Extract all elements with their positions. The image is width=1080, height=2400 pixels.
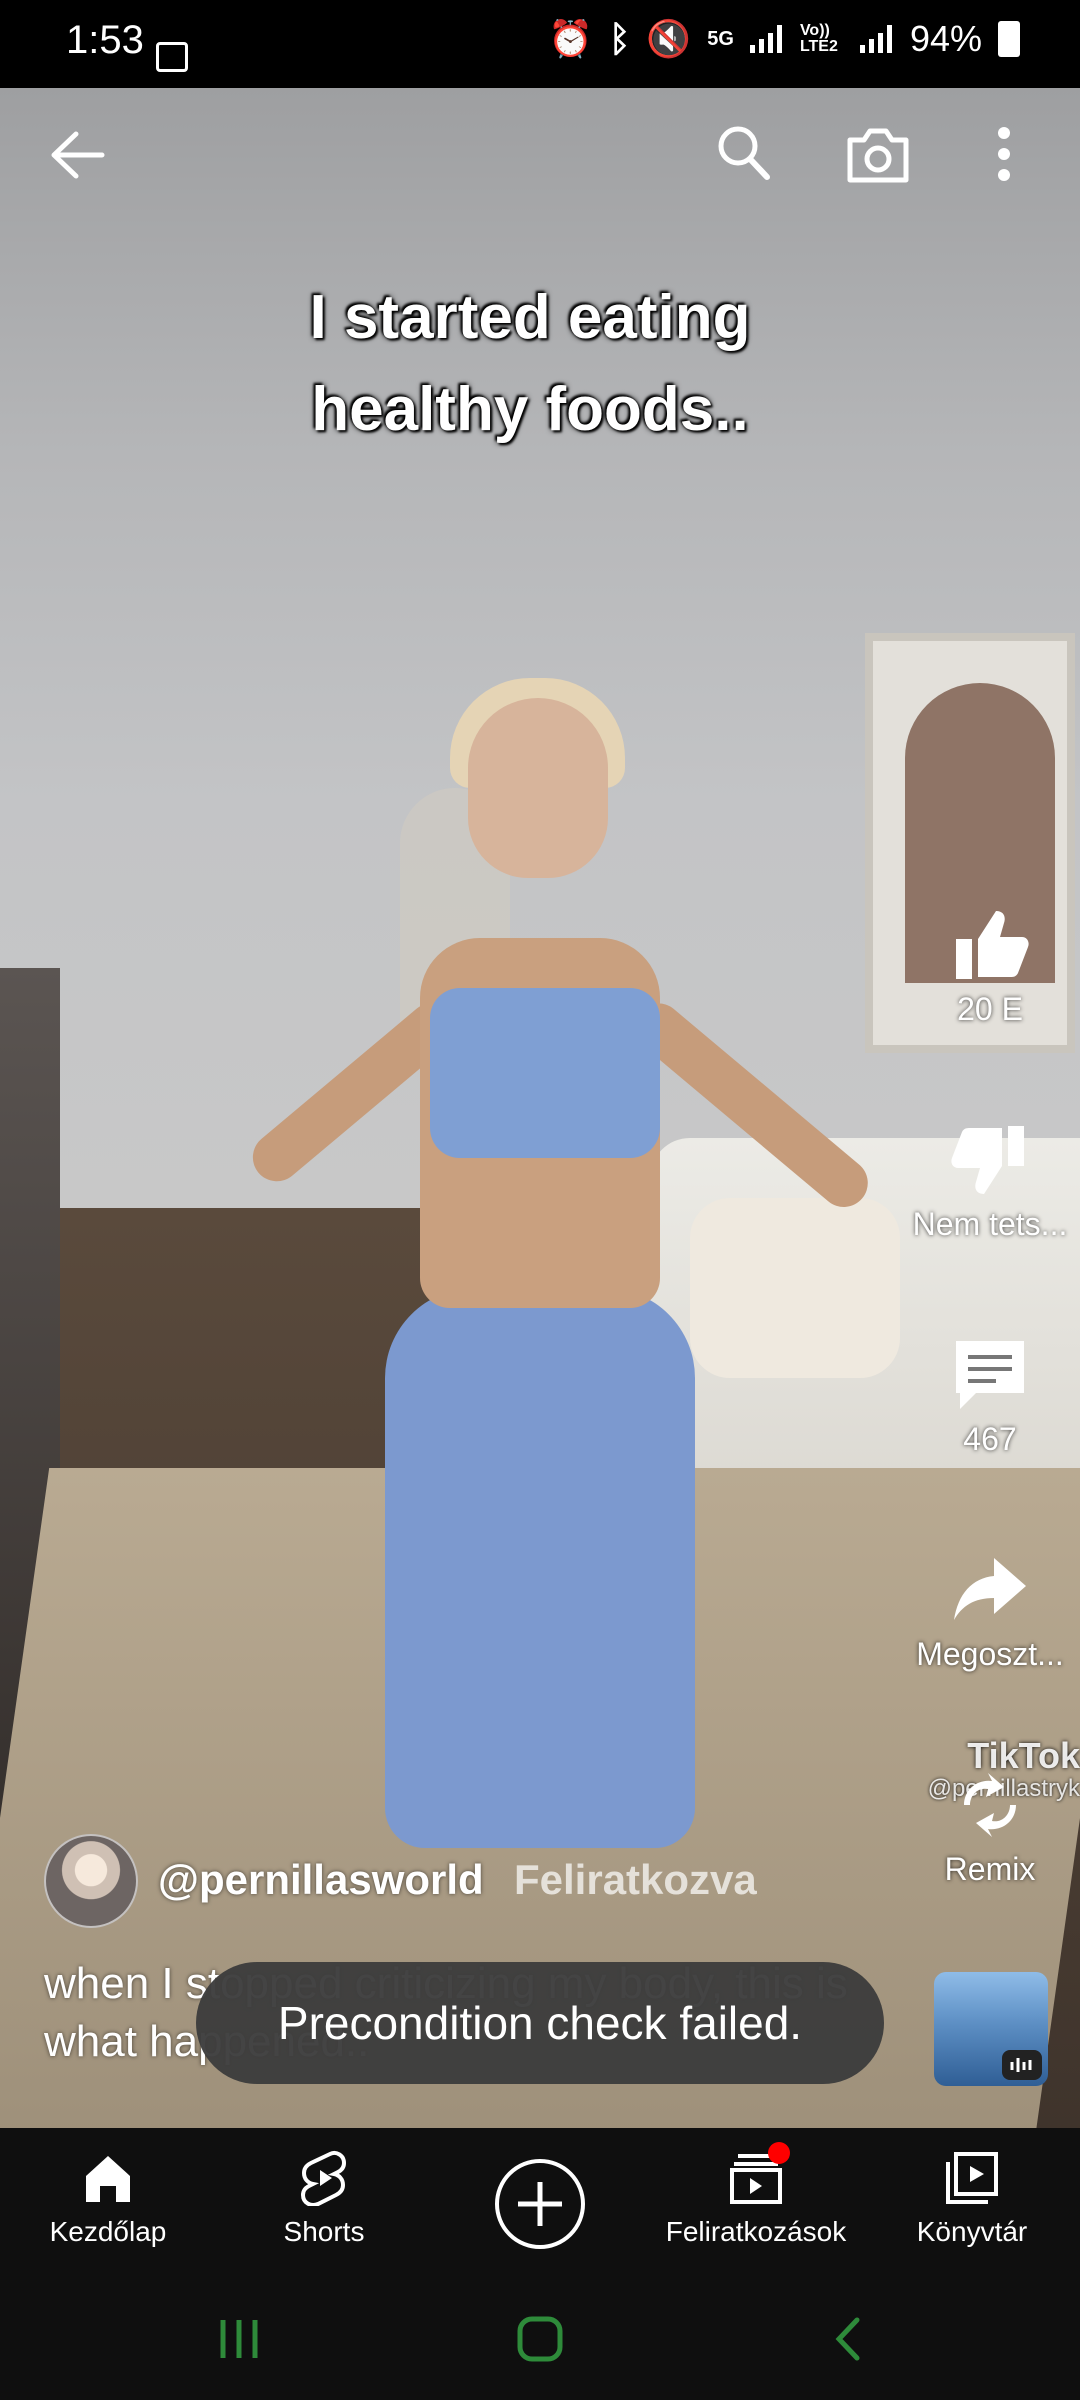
thumbs-down-icon (951, 1126, 1024, 1194)
status-time: 1:53 (66, 18, 144, 62)
comments-count: 467 (963, 1421, 1017, 1457)
gallery-notification-icon (156, 42, 188, 72)
search-icon[interactable] (716, 124, 772, 189)
home-icon (86, 2156, 130, 2202)
channel-handle[interactable]: @pernillasworld (158, 1856, 484, 1904)
network-type: 5G (707, 27, 734, 50)
person-legs (385, 1288, 695, 1848)
video-caption-line-1: I started eating (309, 283, 751, 352)
share-label: Megoszt... (916, 1636, 1064, 1672)
share-icon (954, 1558, 1026, 1620)
recent-apps-icon[interactable] (215, 2314, 265, 2364)
remix-button[interactable]: Remix (935, 1765, 1045, 1888)
status-icons: ⏰ ᛒ 🔇 5G Vo)) LTE2 94% (548, 18, 1020, 60)
battery-icon (998, 21, 1020, 57)
error-toast: Precondition check failed. (196, 1962, 884, 2084)
notification-dot (768, 2142, 790, 2164)
person-top (430, 988, 660, 1158)
like-count: 20 E (957, 991, 1023, 1027)
bottom-navigation: Kezdőlap Shorts Feliratkozások Könyvtár (0, 2128, 1080, 2290)
nav-create-button[interactable] (432, 2128, 648, 2290)
shorts-icon (300, 2151, 347, 2206)
subscribed-button[interactable]: Feliratkozva (514, 1856, 757, 1904)
bluetooth-icon: ᛒ (608, 18, 631, 59)
nav-library[interactable]: Könyvtár (864, 2128, 1080, 2290)
battery-percent: 94% (909, 18, 982, 59)
channel-avatar[interactable] (44, 1834, 138, 1928)
remix-label: Remix (944, 1851, 1036, 1887)
audio-badge-icon (1002, 2050, 1042, 2080)
volte-label: Vo)) LTE2 (799, 22, 838, 55)
share-button[interactable]: Megoszt... (900, 1550, 1080, 1673)
remix-icon (964, 1773, 1016, 1837)
system-navigation-bar (0, 2290, 1080, 2400)
back-system-icon[interactable] (825, 2314, 875, 2364)
person-head (468, 698, 608, 878)
nav-shorts[interactable]: Shorts (216, 2128, 432, 2290)
mute-icon: 🔇 (646, 18, 692, 59)
alarm-icon: ⏰ (547, 18, 593, 59)
dislike-label: Nem tets... (912, 1206, 1068, 1242)
sound-thumbnail[interactable] (934, 1972, 1048, 2086)
nav-home[interactable]: Kezdőlap (0, 2128, 216, 2290)
add-icon (495, 2159, 585, 2249)
comments-button[interactable]: 467 (935, 1335, 1045, 1458)
nav-subscriptions[interactable]: Feliratkozások (648, 2128, 864, 2290)
dislike-button[interactable]: Nem tets... (900, 1120, 1080, 1243)
nav-subscriptions-label: Feliratkozások (665, 2216, 847, 2247)
comment-icon (956, 1341, 1024, 1409)
signal-2-icon (859, 25, 894, 53)
back-arrow-icon[interactable] (50, 130, 106, 185)
signal-icon (749, 25, 784, 53)
more-options-icon[interactable] (996, 126, 1012, 187)
nav-library-label: Könyvtár (916, 2216, 1028, 2247)
pillow (690, 1198, 900, 1378)
status-bar: 1:53 ⏰ ᛒ 🔇 5G Vo)) LTE2 94% (0, 0, 1080, 88)
home-system-icon[interactable] (515, 2314, 565, 2364)
thumbs-up-icon (956, 911, 1029, 979)
camera-icon[interactable] (846, 126, 910, 189)
nav-home-label: Kezdőlap (49, 2216, 167, 2247)
library-icon (946, 2152, 998, 2204)
video-caption-line-2: healthy foods.. (311, 375, 749, 444)
nav-shorts-label: Shorts (283, 2216, 365, 2247)
like-button[interactable]: 20 E (935, 905, 1045, 1028)
